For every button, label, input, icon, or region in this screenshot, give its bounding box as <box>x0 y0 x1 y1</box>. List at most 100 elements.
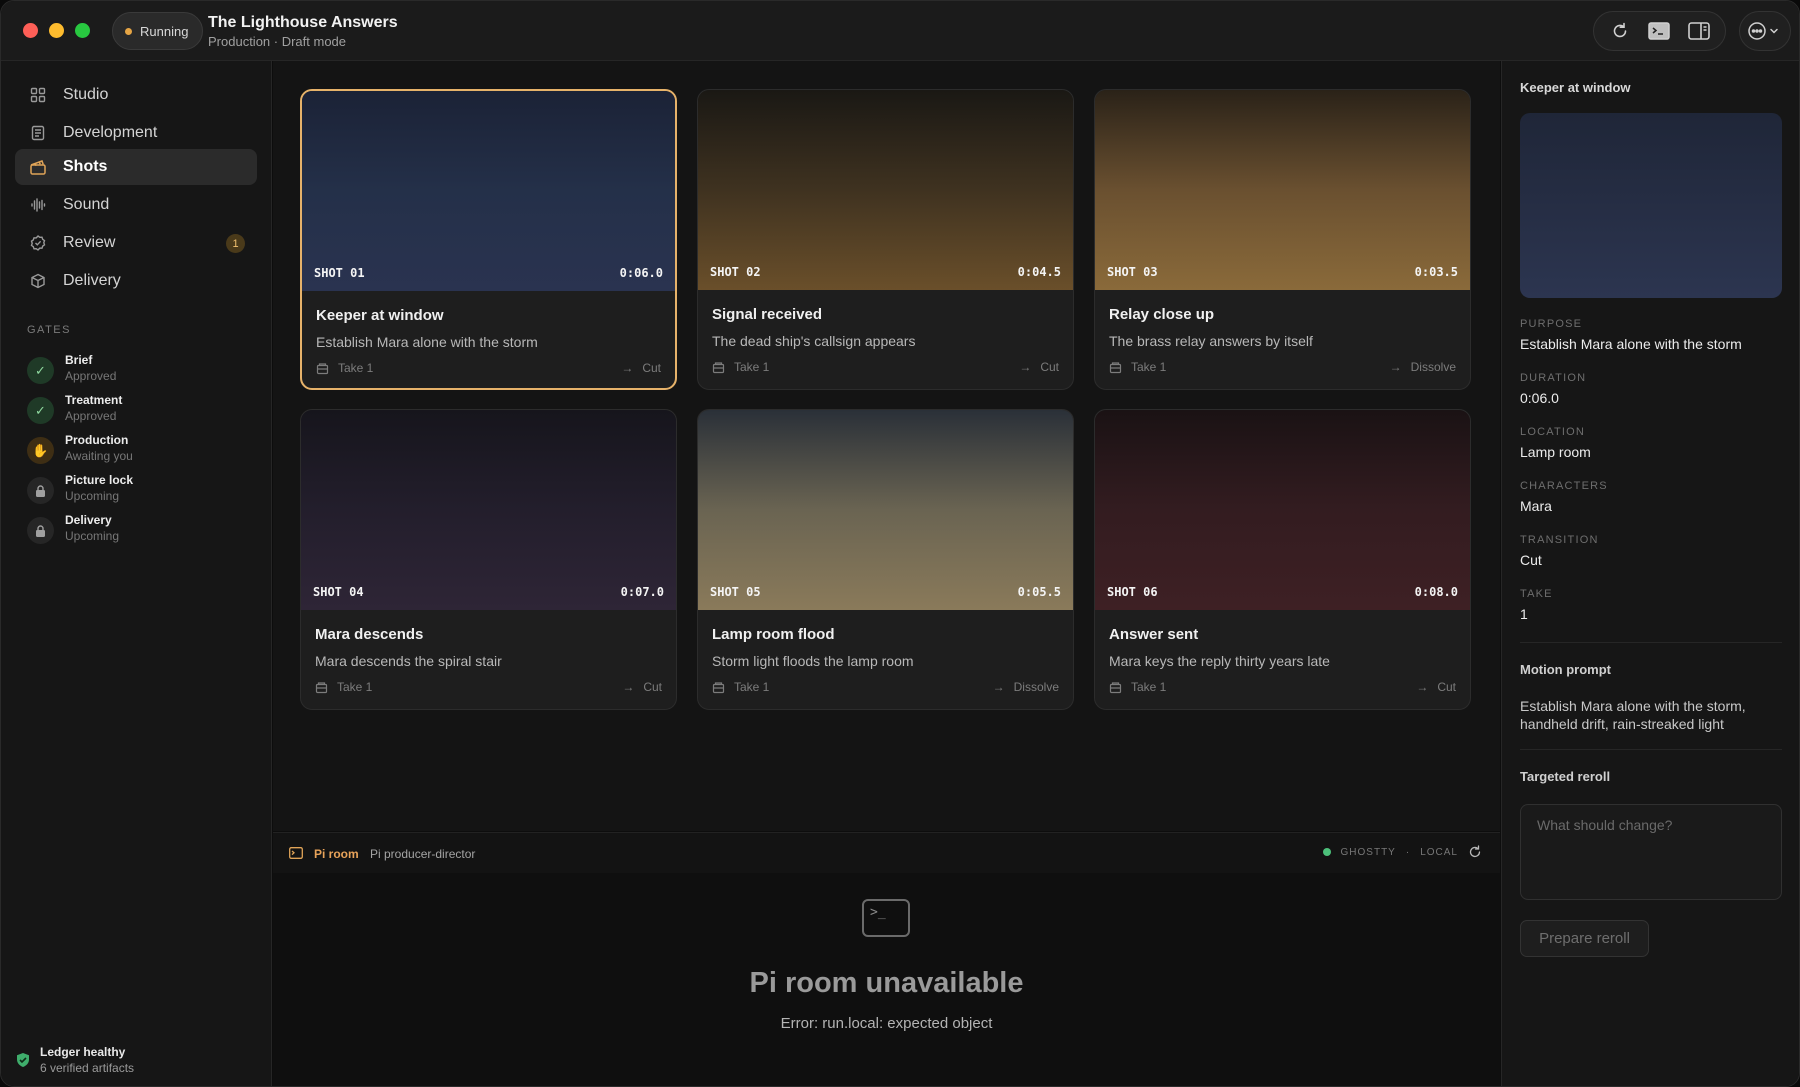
shot-description: Establish Mara alone with the storm <box>316 334 538 350</box>
toggle-inspector-button[interactable] <box>1682 16 1716 46</box>
title-bar: Running The Lighthouse Answers Productio… <box>1 1 1799 61</box>
shot-take: Take 1 <box>1109 680 1166 694</box>
shot-take: Take 1 <box>712 360 769 374</box>
shot-duration: 0:08.0 <box>1414 585 1458 599</box>
field-value: 1 <box>1520 606 1528 622</box>
zoom-window-button[interactable] <box>75 23 90 38</box>
ledger-status[interactable]: Ledger healthy 6 verified artifacts <box>15 1043 255 1079</box>
shot-duration: 0:07.0 <box>620 585 664 599</box>
shot-transition: → Cut <box>1019 360 1059 374</box>
shot-card[interactable]: SHOT 06 0:08.0 Answer sent Mara keys the… <box>1094 409 1471 710</box>
camera-icon <box>712 361 725 373</box>
nav-item-sound[interactable]: Sound <box>15 187 257 223</box>
inspector-thumbnail <box>1520 113 1782 298</box>
shot-take: Take 1 <box>1109 360 1166 374</box>
pi-room-panel: Pi room Pi producer-director GHOSTTY · L… <box>273 832 1500 1086</box>
arrow-right-icon: → <box>1389 360 1402 374</box>
close-window-button[interactable] <box>23 23 38 38</box>
camera-icon <box>1109 681 1122 693</box>
shot-thumbnail <box>302 91 675 291</box>
gate-status: Upcoming <box>65 529 120 543</box>
refresh-icon[interactable] <box>1468 845 1482 859</box>
hand-icon: ✋ <box>27 437 54 464</box>
shot-duration: 0:04.5 <box>1017 265 1061 279</box>
nav-item-shots[interactable]: Shots <box>15 149 257 185</box>
reroll-input[interactable] <box>1520 804 1782 900</box>
arrow-right-icon: → <box>622 680 635 694</box>
nav-item-development[interactable]: Development <box>15 115 257 151</box>
divider <box>1520 749 1782 750</box>
field-value: 0:06.0 <box>1520 390 1559 406</box>
shot-transition: → Cut <box>621 361 661 375</box>
shot-id: SHOT 05 <box>710 585 761 599</box>
field-key: TAKE <box>1520 588 1553 600</box>
sidebar-right-icon <box>1688 22 1710 40</box>
field-value: Lamp room <box>1520 444 1591 460</box>
shot-card[interactable]: SHOT 05 0:05.5 Lamp room flood Storm lig… <box>697 409 1074 710</box>
shots-grid: SHOT 01 0:06.0 Keeper at window Establis… <box>273 61 1500 831</box>
shot-description: Mara descends the spiral stair <box>315 653 502 669</box>
shot-card[interactable]: SHOT 01 0:06.0 Keeper at window Establis… <box>300 89 677 390</box>
field-value: Mara <box>1520 498 1552 514</box>
shot-title: Mara descends <box>315 626 424 643</box>
shot-title: Keeper at window <box>316 307 444 324</box>
field-value: Cut <box>1520 552 1542 568</box>
shot-thumbnail <box>1095 410 1470 610</box>
shot-id: SHOT 03 <box>1107 265 1158 279</box>
ledger-title: Ledger healthy <box>40 1045 126 1059</box>
motion-prompt-heading: Motion prompt <box>1520 662 1611 677</box>
gate-name: Picture lock <box>65 473 134 487</box>
nav-label: Development <box>63 124 158 141</box>
shot-card[interactable]: SHOT 04 0:07.0 Mara descends Mara descen… <box>300 409 677 710</box>
pi-room-subtitle: Pi producer-director <box>370 847 476 861</box>
shot-thumbnail <box>301 410 676 610</box>
shot-card[interactable]: SHOT 03 0:03.5 Relay close up The brass … <box>1094 89 1471 390</box>
pi-room-unavailable-title: Pi room unavailable <box>749 967 1024 999</box>
nav-item-studio[interactable]: Studio <box>15 77 257 113</box>
run-status-pill[interactable]: Running <box>112 12 204 50</box>
take-label: Take 1 <box>734 680 770 694</box>
terminal-button[interactable] <box>1642 16 1676 46</box>
gate-name: Treatment <box>65 393 123 407</box>
prepare-reroll-button[interactable]: Prepare reroll <box>1520 920 1649 957</box>
field-key: CHARACTERS <box>1520 480 1608 492</box>
shot-id: SHOT 01 <box>314 266 365 280</box>
gate-status: Awaiting you <box>65 449 133 463</box>
nav-item-review[interactable]: Review 1 <box>15 225 257 261</box>
document-icon <box>29 124 47 142</box>
clapper-icon <box>29 158 47 176</box>
nav-label: Delivery <box>63 272 121 289</box>
arrow-right-icon: → <box>992 680 1005 694</box>
shot-card[interactable]: SHOT 02 0:04.5 Signal received The dead … <box>697 89 1074 390</box>
shot-transition: → Cut <box>1416 680 1456 694</box>
shot-title: Lamp room flood <box>712 626 835 643</box>
pi-room-tab[interactable]: Pi room <box>314 847 359 861</box>
online-dot-icon <box>1322 848 1331 856</box>
gate-picture-lock[interactable]: Picture lock Upcoming <box>27 473 257 509</box>
check-icon: ✓ <box>27 357 54 384</box>
gate-treatment[interactable]: ✓ Treatment Approved <box>27 393 257 429</box>
minimize-window-button[interactable] <box>49 23 64 38</box>
arrow-right-icon: → <box>621 361 634 375</box>
gate-name: Production <box>65 433 129 447</box>
pi-room-status: GHOSTTY · LOCAL <box>1322 845 1482 859</box>
shot-thumbnail <box>698 410 1073 610</box>
status-dot-icon <box>125 27 132 35</box>
more-options-button[interactable] <box>1739 11 1791 51</box>
gate-brief[interactable]: ✓ Brief Approved <box>27 353 257 389</box>
nav-item-delivery[interactable]: Delivery <box>15 263 257 299</box>
pi-mode: LOCAL <box>1420 846 1458 858</box>
more-options-icon <box>1748 22 1778 40</box>
gate-delivery[interactable]: Delivery Upcoming <box>27 513 257 549</box>
shot-thumbnail <box>698 90 1073 290</box>
shot-transition: → Dissolve <box>993 680 1059 694</box>
inspector-title: Keeper at window <box>1520 80 1631 95</box>
divider <box>1520 642 1782 643</box>
shot-description: Mara keys the reply thirty years late <box>1109 653 1330 669</box>
arrow-right-icon: → <box>1416 680 1429 694</box>
gate-production[interactable]: ✋ Production Awaiting you <box>27 433 257 469</box>
refresh-button[interactable] <box>1603 16 1637 46</box>
sidebar: Studio Development Shots Sound Review 1 … <box>1 61 272 1086</box>
motion-prompt-text: Establish Mara alone with the storm, han… <box>1520 698 1746 732</box>
arrow-right-icon: → <box>1019 360 1032 374</box>
